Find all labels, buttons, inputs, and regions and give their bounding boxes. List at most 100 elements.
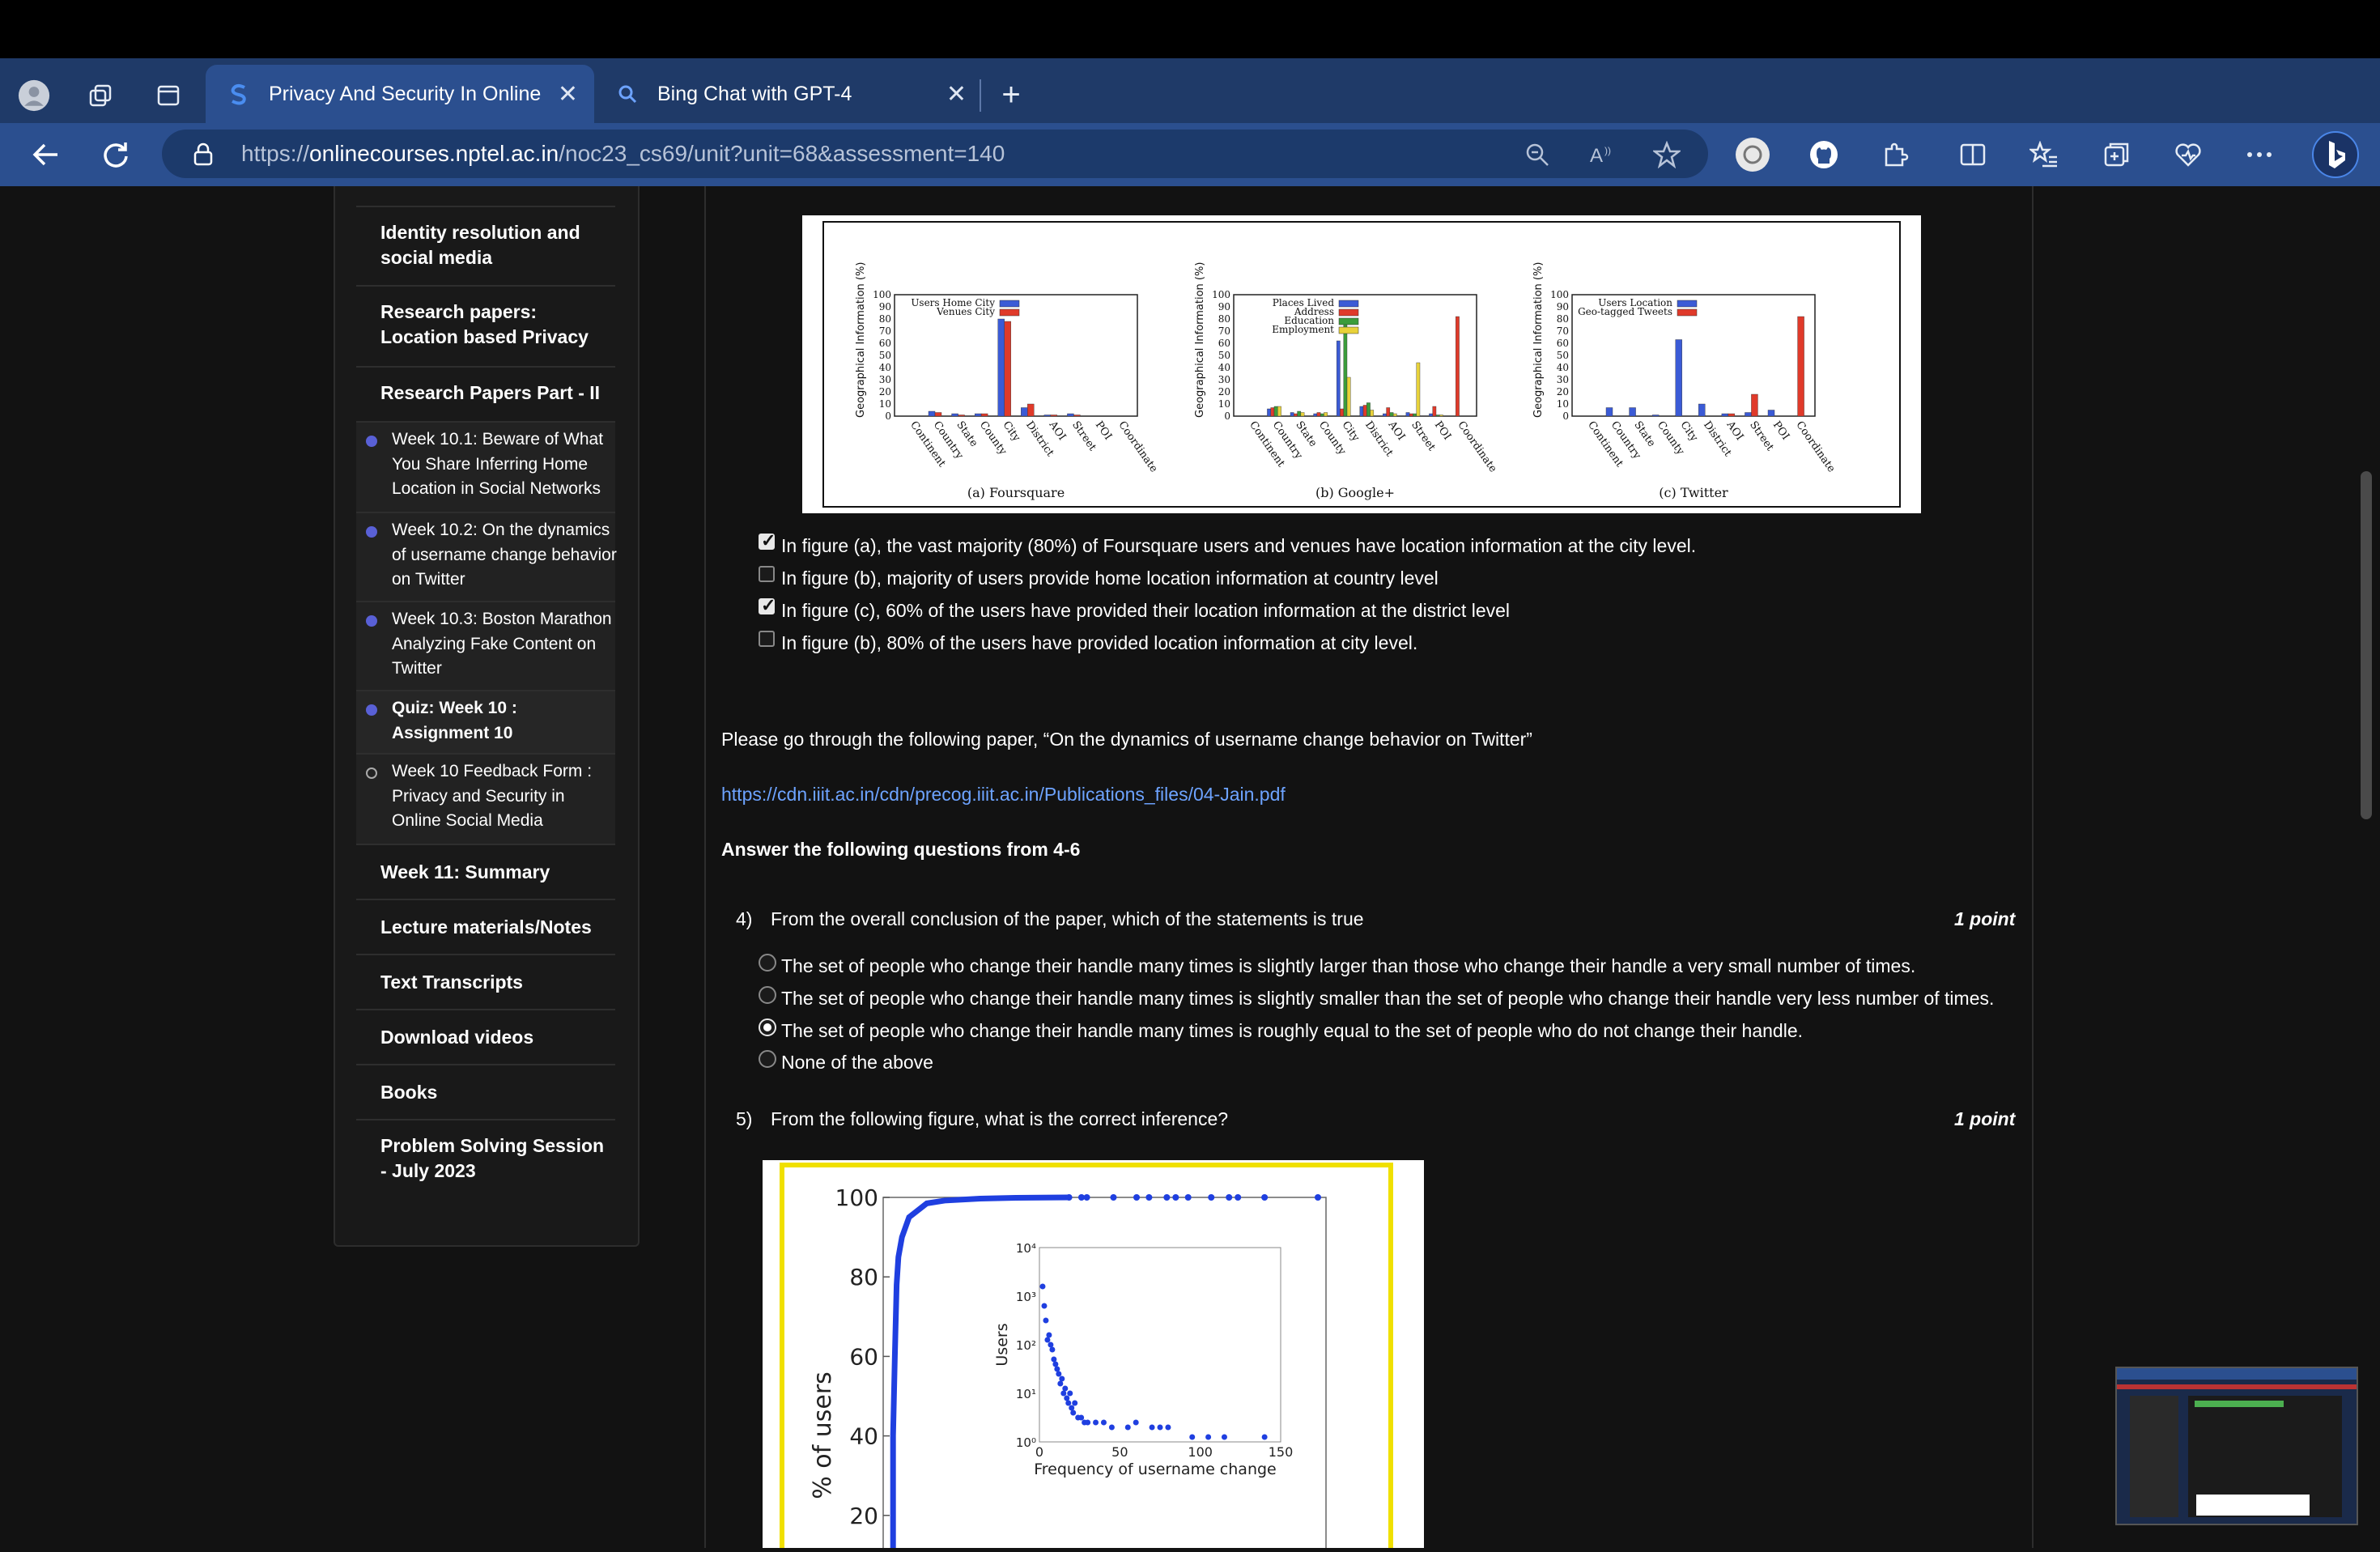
sidebar-item-text-transcripts[interactable]: Text Transcripts — [356, 955, 615, 1010]
y-tick-label: 10 — [1557, 398, 1569, 410]
collections-icon[interactable] — [2098, 136, 2136, 173]
x-tick-label: POI — [1093, 419, 1114, 443]
x-tick-label: AOI — [1385, 419, 1407, 443]
q4-option-4-radio[interactable] — [759, 1050, 776, 1068]
sidebar-item-location-privacy[interactable]: Research papers: Location based Privacy — [356, 287, 615, 368]
q4-option-1-radio[interactable] — [759, 954, 776, 972]
inset-point — [1149, 1424, 1155, 1431]
bar — [1073, 415, 1081, 417]
github-icon[interactable] — [1805, 136, 1842, 173]
q4-option-3-radio[interactable] — [759, 1018, 776, 1036]
page-scrollbar[interactable] — [2356, 188, 2374, 1548]
q3-option-4-checkbox[interactable] — [759, 631, 775, 647]
scrollbar-thumb[interactable] — [2361, 471, 2372, 819]
sidebar-item-research-part-2[interactable]: Research Papers Part - II — [356, 368, 615, 423]
bar-chart-1: 0102030405060708090100 Geographical Infor… — [855, 262, 1160, 500]
inset-y-label: Users — [993, 1323, 1011, 1366]
sidebar-subitem-feedback-form[interactable]: Week 10 Feedback Form : Privacy and Secu… — [356, 755, 615, 845]
tab-privacy-security[interactable]: Privacy And Security In Online ✕ — [206, 65, 594, 123]
inset-point — [1064, 1395, 1070, 1401]
inset-x-label: Frequency of username change — [1034, 1461, 1277, 1478]
inset-point — [1046, 1332, 1052, 1338]
favorites-list-icon[interactable] — [2025, 136, 2063, 173]
split-screen-icon[interactable] — [1954, 136, 1991, 173]
q3-option-2-label[interactable]: In figure (b), majority of users provide… — [781, 568, 1439, 589]
sidebar-item-lecture-materials[interactable]: Lecture materials/Notes — [356, 900, 615, 955]
sidebar-subitem-quiz-week-10[interactable]: Quiz: Week 10 : Assignment 10 — [356, 691, 615, 755]
y-tick-label: 70 — [1557, 325, 1569, 337]
back-arrow-icon[interactable] — [28, 136, 65, 173]
close-tab-icon[interactable]: ✕ — [558, 80, 578, 108]
cdf-point — [1145, 1194, 1153, 1201]
inset-point — [1165, 1424, 1171, 1431]
inset-point — [1085, 1419, 1091, 1426]
sidebar-subitem-week-10-1[interactable]: Week 10.1: Beware of What You Share Infe… — [356, 423, 615, 513]
sidebar-item-identity-resolution[interactable]: Identity resolution and social media — [356, 207, 615, 287]
more-options-icon[interactable] — [2241, 136, 2278, 173]
sidebar-item-week-11-summary[interactable]: Week 11: Summary — [356, 845, 615, 900]
inset-y-tick: 10³ — [1016, 1290, 1036, 1304]
tab-actions-icon[interactable] — [152, 79, 185, 112]
new-tab-button[interactable]: + — [992, 76, 1030, 113]
tab-bing-chat[interactable]: Bing Chat with GPT-4 ✕ — [602, 65, 983, 123]
zoom-out-icon[interactable] — [1519, 136, 1556, 173]
read-aloud-icon[interactable]: A)) — [1583, 136, 1621, 173]
x-tick-label: AOI — [1046, 419, 1068, 443]
sidebar-subitem-week-10-3[interactable]: Week 10.3: Boston Marathon Analyzing Fak… — [356, 602, 615, 691]
q3-option-1-checkbox[interactable] — [759, 530, 776, 551]
workspaces-icon[interactable] — [84, 79, 117, 112]
figure-location-bar-charts: 0 10 20 30 40 50 60 70 80 90 100 Geographical Infor… — [802, 215, 1921, 513]
q3-option-3-checkbox[interactable] — [759, 595, 776, 616]
y-tick-label: 100 — [873, 289, 891, 300]
incomplete-dot-icon — [366, 767, 377, 779]
window-thumbnail-preview[interactable] — [2115, 1367, 2358, 1525]
sidebar-item-download-videos[interactable]: Download videos — [356, 1010, 615, 1065]
q3-option-2-checkbox[interactable] — [759, 566, 775, 582]
bar — [1416, 362, 1421, 417]
q4-option-2-label[interactable]: The set of people who change their handl… — [781, 988, 1994, 1010]
q4-option-3-label[interactable]: The set of people who change their handl… — [781, 1020, 1803, 1042]
bar — [1767, 410, 1775, 417]
sidebar-item-problem-solving[interactable]: Problem Solving Session - July 2023 — [356, 1120, 615, 1201]
lock-icon[interactable] — [185, 136, 222, 173]
inset-point — [1221, 1434, 1227, 1440]
inset-y-tick: 10² — [1016, 1338, 1036, 1353]
profile-avatar-icon[interactable] — [18, 79, 50, 112]
inset-y-tick: 10⁰ — [1016, 1435, 1036, 1450]
close-tab-icon[interactable]: ✕ — [946, 80, 967, 108]
completed-dot-icon — [366, 436, 377, 447]
extension-chatgpt-icon[interactable] — [1734, 136, 1771, 173]
y-tick-label: 90 — [1218, 301, 1230, 313]
favorite-star-icon[interactable] — [1648, 136, 1685, 173]
browser-essentials-icon[interactable] — [2170, 136, 2207, 173]
window-top-strip — [0, 0, 2380, 58]
inset-point — [1062, 1385, 1069, 1392]
legend-swatch — [1338, 317, 1359, 325]
inset-point — [1056, 1371, 1062, 1377]
q3-option-4-label[interactable]: In figure (b), 80% of the users have pro… — [781, 632, 1417, 654]
q3-option-3-label[interactable]: In figure (c), 60% of the users have pro… — [781, 600, 1510, 622]
cdf-point — [1083, 1194, 1090, 1201]
sidebar-subitem-week-10-2[interactable]: Week 10.2: On the dynamics of username c… — [356, 513, 617, 602]
x-tick-label: Coordinate — [1116, 419, 1160, 475]
bing-copilot-icon[interactable] — [2312, 131, 2359, 178]
legend-swatch — [1338, 300, 1359, 308]
y-tick-label: 40 — [1218, 362, 1230, 373]
q4-option-1-label[interactable]: The set of people who change their handl… — [781, 955, 1915, 977]
bar — [1346, 376, 1351, 417]
q4-option-2-radio[interactable] — [759, 986, 776, 1004]
extensions-puzzle-icon[interactable] — [1876, 136, 1914, 173]
y-tick-label: 70 — [879, 325, 891, 337]
q4-number: 4) — [736, 908, 753, 929]
refresh-icon[interactable] — [97, 136, 134, 173]
cdf-point — [1235, 1194, 1242, 1201]
q4-option-4-label[interactable]: None of the above — [781, 1052, 933, 1074]
inset-point — [1133, 1419, 1139, 1426]
cdf-point — [1315, 1194, 1321, 1201]
url-text[interactable]: https://onlinecourses.nptel.ac.in/noc23_… — [241, 141, 1005, 167]
legend-swatch — [1677, 308, 1698, 317]
paper-link[interactable]: https://cdn.iiit.ac.in/cdn/precog.iiit.a… — [721, 784, 1286, 806]
y-tick-label: 60 — [1218, 338, 1230, 349]
q3-option-1-label[interactable]: In figure (a), the vast majority (80%) o… — [781, 535, 1696, 557]
sidebar-item-books[interactable]: Books — [356, 1065, 615, 1120]
